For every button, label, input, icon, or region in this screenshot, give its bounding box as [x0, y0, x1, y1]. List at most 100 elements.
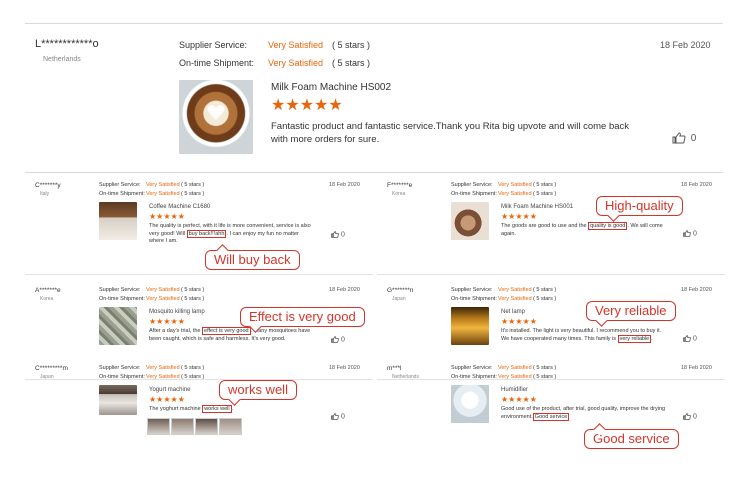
callout-text: Effect is very good — [249, 309, 356, 324]
callout-text: Will buy back — [214, 252, 291, 267]
product-title[interactable]: Coffee Machine C1680 — [149, 204, 210, 210]
rating-stars: ★★★★★ — [501, 212, 537, 221]
product-title[interactable]: Milk Foam Machine HS001 — [501, 204, 573, 210]
product-title[interactable]: Mosquito killing lamp — [149, 309, 205, 315]
shipment-value: Very Satisfied — [146, 374, 180, 380]
product-image — [99, 202, 137, 240]
thumbs-up-icon — [683, 230, 691, 237]
supplier-service-label: Supplier Service: — [99, 182, 141, 188]
review-text: It's installed. The light is very beauti… — [501, 328, 662, 343]
review-text: The quality is perfect, with it life is … — [149, 223, 311, 244]
callout-text: works well — [228, 382, 288, 397]
reviewer-country: Netherlands — [392, 374, 419, 380]
review-card: G*******n Japan Supplier Service: Very S… — [377, 283, 725, 363]
thumbs-up-icon — [683, 413, 691, 420]
highlighted-phrase: Good service — [532, 412, 570, 421]
gallery-thumbnail[interactable] — [219, 418, 242, 435]
review-card: F*******e Korea Supplier Service: Very S… — [377, 178, 725, 258]
reviewer-name: L************o — [35, 38, 99, 50]
reviewer-country: Korea — [40, 296, 54, 302]
latte-heart-icon — [207, 105, 225, 120]
product-title[interactable]: Net lamp — [501, 309, 525, 315]
shipment-value: Very Satisfied — [498, 296, 532, 302]
gallery-thumbnail[interactable] — [195, 418, 218, 435]
reviewer-name: m***l — [387, 365, 402, 372]
like-count: 0 — [692, 413, 697, 421]
supplier-service-label: Supplier Service: — [99, 287, 141, 293]
supplier-service-label: Supplier Service: — [451, 365, 493, 371]
review-card: A*******e Korea Supplier Service: Very S… — [25, 283, 373, 363]
review-date: 18 Feb 2020 — [681, 365, 712, 371]
shipment-stars: ( 5 stars ) — [533, 191, 557, 197]
reviewer-name: A*******e — [35, 287, 61, 294]
review-text: Good use of the product, after trial, go… — [501, 406, 666, 421]
shipment-stars: ( 5 stars ) — [332, 58, 371, 68]
reviewer-name: C*******y — [35, 182, 61, 189]
like-button[interactable]: 0 — [331, 336, 345, 343]
rating-stars: ★★★★★ — [149, 317, 185, 326]
like-button[interactable]: 0 — [331, 413, 345, 420]
like-button[interactable]: 0 — [683, 230, 697, 237]
review-card: m***l Netherlands Supplier Service: Very… — [377, 361, 725, 449]
reviewer-country: Netherlands — [43, 56, 81, 63]
shipment-label: On-time Shipment: — [451, 296, 497, 302]
review-text: The goods are good to use and the qualit… — [501, 222, 663, 237]
supplier-service-label: Supplier Service: — [179, 40, 248, 50]
shipment-stars: ( 5 stars ) — [181, 296, 205, 302]
product-title[interactable]: Yogurt machine — [149, 387, 190, 393]
reviewer-country: Korea — [392, 191, 406, 197]
review-date: 18 Feb 2020 — [681, 182, 712, 188]
shipment-stars: ( 5 stars ) — [533, 296, 557, 302]
gallery-thumbnail[interactable] — [147, 418, 170, 435]
product-title[interactable]: Humidifier — [501, 387, 528, 393]
callout-label: works well — [219, 380, 297, 400]
supplier-service-label: Supplier Service: — [451, 287, 493, 293]
like-count: 0 — [690, 132, 697, 144]
shipment-value: Very Satisfied — [498, 374, 532, 380]
like-count: 0 — [692, 230, 697, 238]
thumbs-up-icon — [331, 336, 339, 343]
callout-label: High-quality — [596, 196, 683, 216]
product-image-latte — [179, 80, 253, 154]
supplier-service-stars: ( 5 stars ) — [533, 182, 557, 188]
reviewer-country: Japan — [40, 374, 54, 380]
thumbs-up-icon — [331, 413, 339, 420]
shipment-label: On-time Shipment: — [451, 374, 497, 380]
like-button[interactable]: 0 — [683, 413, 697, 420]
shipment-value: Very Satisfied — [146, 296, 180, 302]
product-image — [451, 307, 489, 345]
supplier-service-stars: ( 5 stars ) — [533, 365, 557, 371]
reviewer-country: Japan — [392, 296, 406, 302]
callout-label: Will buy back — [205, 250, 300, 270]
review-text: After a day's trial, the effect is very … — [149, 327, 311, 342]
callout-label: Very reliable — [586, 301, 676, 321]
shipment-label: On-time Shipment: — [179, 58, 255, 68]
product-image — [451, 202, 489, 240]
thumbs-up-icon — [672, 132, 686, 144]
like-button[interactable]: 0 — [672, 132, 696, 144]
review-text: The yoghurt machine works well. — [149, 405, 234, 413]
reviewer-name: G*******n — [387, 287, 414, 294]
like-button[interactable]: 0 — [683, 335, 697, 342]
callout-text: Good service — [593, 431, 670, 446]
thumbs-up-icon — [683, 335, 691, 342]
review-date: 18 Feb 2020 — [329, 365, 360, 371]
highlighted-phrase: very reliable — [617, 334, 652, 343]
supplier-service-stars: ( 5 stars ) — [181, 287, 205, 293]
shipment-stars: ( 5 stars ) — [533, 374, 557, 380]
product-title[interactable]: Milk Foam Machine HS002 — [271, 82, 391, 93]
thumbs-up-icon — [331, 231, 339, 238]
supplier-service-value: Very Satisfied — [146, 365, 180, 371]
review-date: 18 Feb 2020 — [329, 182, 360, 188]
rating-stars: ★★★★★ — [149, 395, 185, 404]
gallery-thumbnail[interactable] — [171, 418, 194, 435]
shipment-stars: ( 5 stars ) — [181, 374, 205, 380]
supplier-service-stars: ( 5 stars ) — [181, 365, 205, 371]
supplier-service-value: Very Satisfied — [498, 287, 532, 293]
shipment-label: On-time Shipment: — [99, 191, 145, 197]
like-button[interactable]: 0 — [331, 231, 345, 238]
supplier-service-value: Very Satisfied — [146, 287, 180, 293]
review-card: C*******y Italy Supplier Service: Very S… — [25, 178, 373, 270]
highlighted-phrase: effect is very good — [202, 327, 251, 335]
highlighted-phrase: works well — [202, 405, 232, 413]
